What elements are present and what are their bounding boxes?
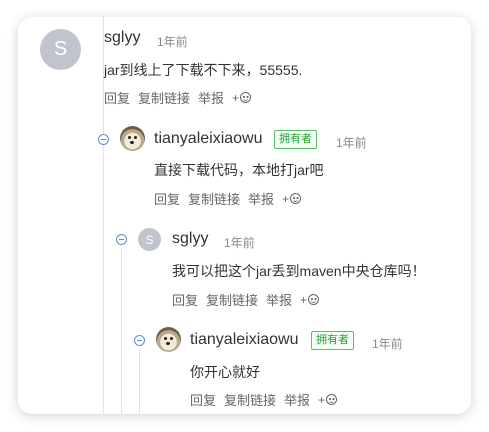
report-button[interactable]: 举报 [284,390,310,409]
add-reaction-button[interactable]: + [300,293,327,307]
avatar-nose [130,141,134,144]
plus-label: + [282,191,290,206]
reply-button[interactable]: 回复 [172,290,198,309]
avatar-eye [164,337,167,340]
avatar-eye [170,337,173,340]
comment-text: jar到线上了下载不下来，55555. [104,62,303,78]
thread-line-level-3 [121,249,122,414]
comment-actions: 回复 复制链接 举报 + [172,290,335,309]
owner-badge: 拥有者 [311,331,354,350]
report-button[interactable]: 举报 [266,290,292,309]
comment-text: 你开心就好 [190,364,260,380]
add-reaction-button[interactable]: + [232,91,259,105]
avatar[interactable] [120,126,145,151]
copy-link-button[interactable]: 复制链接 [138,88,190,107]
collapse-minus-icon[interactable] [134,335,145,346]
reply-button[interactable]: 回复 [104,88,130,107]
avatar[interactable]: S [138,228,161,251]
copy-link-button[interactable]: 复制链接 [188,189,240,208]
copy-link-button[interactable]: 复制链接 [224,390,276,409]
smiley-icon [326,394,338,405]
smiley-icon [290,193,302,204]
add-reaction-button[interactable]: + [282,192,309,206]
comment-text: 直接下载代码，本地打jar吧 [154,162,324,178]
avatar-letter: S [53,38,68,60]
copy-link-button[interactable]: 复制链接 [206,290,258,309]
comment-actions: 回复 复制链接 举报 + [154,189,317,208]
reply-button[interactable]: 回复 [154,189,180,208]
username[interactable]: sglyy [172,230,208,248]
plus-label: + [318,392,326,407]
avatar-eye [134,136,137,139]
comment-thread-card: S sglyy 1年前 jar到线上了下载不下来，55555. 回复 复制链接 … [18,17,471,414]
timestamp: 1年前 [157,35,188,49]
owner-badge: 拥有者 [274,130,317,149]
comment-text: 我可以把这个jar丢到maven中央仓库吗！ [172,263,426,279]
comment-actions: 回复 复制链接 举报 + [104,88,267,107]
username[interactable]: tianyaleixiaowu [154,130,263,148]
avatar[interactable] [156,327,181,352]
username[interactable]: sglyy [104,29,140,47]
avatar-eye [128,136,131,139]
thread-line-level-4 [139,349,140,414]
reply-button[interactable]: 回复 [190,390,216,409]
add-reaction-button[interactable]: + [318,393,345,407]
comment-actions: 回复 复制链接 举报 + [190,390,353,409]
report-button[interactable]: 举报 [248,189,274,208]
avatar[interactable]: S [40,29,81,70]
username[interactable]: tianyaleixiaowu [190,331,299,349]
avatar-nose [166,342,170,345]
timestamp: 1年前 [336,136,367,150]
collapse-minus-icon[interactable] [98,134,109,145]
plus-label: + [232,90,240,105]
plus-label: + [300,292,308,307]
timestamp: 1年前 [372,337,403,351]
smiley-icon [308,294,320,305]
smiley-icon [240,92,252,103]
avatar-letter: S [145,232,154,247]
timestamp: 1年前 [224,236,255,250]
report-button[interactable]: 举报 [198,88,224,107]
collapse-minus-icon[interactable] [116,234,127,245]
